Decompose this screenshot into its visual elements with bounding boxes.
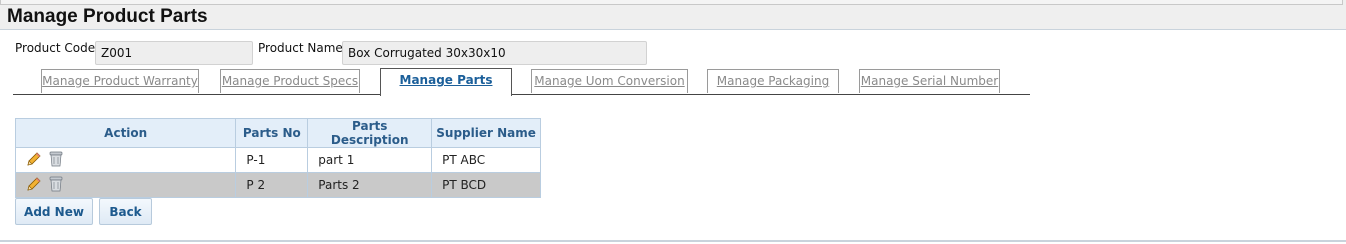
product-code-field[interactable]: Z001 bbox=[95, 41, 253, 65]
tab-manage-product-specs[interactable]: Manage Product Specs bbox=[220, 69, 360, 93]
table-row[interactable]: P 2 Parts 2 PT BCD bbox=[14, 172, 541, 198]
add-new-button[interactable]: Add New bbox=[15, 198, 93, 225]
back-button[interactable]: Back bbox=[99, 198, 152, 225]
tab-baseline bbox=[13, 94, 1030, 95]
edit-pencil-icon[interactable] bbox=[26, 151, 42, 170]
column-header-supplier-name[interactable]: Supplier Name bbox=[431, 118, 541, 148]
parts-no-cell: P 2 bbox=[235, 172, 309, 198]
product-name-field[interactable]: Box Corrugated 30x30x10 bbox=[342, 41, 647, 65]
page-title: Manage Product Parts bbox=[7, 6, 208, 27]
title-bar: Manage Product Parts bbox=[0, 0, 1346, 30]
delete-trash-icon[interactable] bbox=[49, 151, 63, 170]
table-header-row: Action Parts No Parts Description Suppli… bbox=[14, 118, 541, 148]
tab-manage-parts[interactable]: Manage Parts bbox=[380, 68, 512, 96]
top-toolbar-field bbox=[0, 0, 1343, 5]
parts-description-cell: Parts 2 bbox=[307, 172, 433, 198]
bottom-divider bbox=[0, 240, 1346, 242]
tab-manage-product-warranty[interactable]: Manage Product Warranty bbox=[41, 69, 199, 93]
action-cell bbox=[14, 147, 237, 173]
tab-manage-serial-number[interactable]: Manage Serial Number bbox=[859, 69, 1000, 93]
product-code-label: Product Code bbox=[15, 41, 96, 55]
parts-table: Action Parts No Parts Description Suppli… bbox=[14, 118, 541, 198]
tab-manage-uom-conversion[interactable]: Manage Uom Conversion bbox=[531, 69, 688, 93]
table-row[interactable]: P-1 part 1 PT ABC bbox=[14, 147, 541, 173]
column-header-parts-no[interactable]: Parts No bbox=[235, 118, 309, 148]
column-header-action[interactable]: Action bbox=[14, 118, 237, 148]
product-name-label: Product Name bbox=[258, 41, 343, 55]
parts-description-cell: part 1 bbox=[307, 147, 433, 173]
supplier-name-cell: PT BCD bbox=[431, 172, 541, 198]
parts-no-cell: P-1 bbox=[235, 147, 309, 173]
column-header-parts-description[interactable]: Parts Description bbox=[307, 118, 433, 148]
edit-pencil-icon[interactable] bbox=[26, 176, 42, 195]
tab-manage-packaging[interactable]: Manage Packaging bbox=[707, 69, 839, 93]
delete-trash-icon[interactable] bbox=[49, 176, 63, 195]
action-cell bbox=[14, 172, 237, 198]
supplier-name-cell: PT ABC bbox=[431, 147, 541, 173]
